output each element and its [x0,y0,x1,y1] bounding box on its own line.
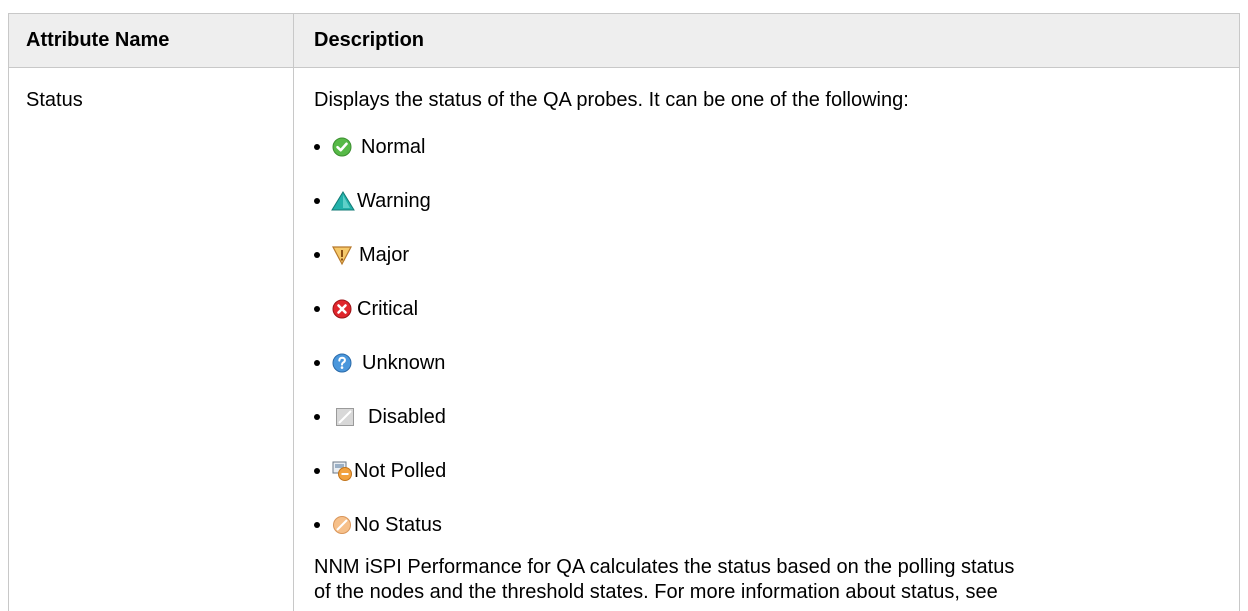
status-label: Normal [361,135,426,158]
status-label: Major [359,243,410,266]
status-label: Unknown [362,351,446,374]
header-description: Description [314,29,425,51]
bullet [314,360,320,366]
not-polled-status-icon [331,460,353,482]
list-item: Normal [314,133,425,161]
description-footer-line2: of the nodes and the threshold states. F… [314,581,998,603]
normal-status-icon [331,136,353,158]
table-header-row [8,13,1239,67]
list-item: Unknown [314,349,445,377]
bullet [314,198,320,204]
bullet [314,252,320,258]
column-divider [293,13,294,611]
bullet [314,522,320,528]
bullet [314,414,320,420]
attribute-table: Attribute Name Description Status Displa… [0,0,1248,611]
bullet [314,144,320,150]
list-item: Major [314,241,409,269]
attribute-name-cell: Status [26,89,83,111]
bullet [314,306,320,312]
list-item: Critical [314,295,418,323]
description-footer-line1: NNM iSPI Performance for QA calculates t… [314,556,1015,578]
disabled-status-icon [334,406,356,428]
list-item: Warning [314,187,431,215]
header-bottom-border [8,67,1239,68]
list-item: Not Polled [314,457,446,485]
bullet [314,468,320,474]
warning-status-icon [331,190,355,212]
status-label: Warning [357,189,431,212]
status-label: No Status [354,513,442,536]
critical-status-icon [331,298,353,320]
table-top-border [8,13,1239,14]
status-label: Disabled [368,405,446,428]
status-label: Not Polled [354,459,447,482]
unknown-status-icon [331,352,353,374]
list-item: Disabled [314,403,446,431]
status-label: Critical [357,297,419,320]
no-status-icon [331,514,353,536]
description-intro: Displays the status of the QA probes. It… [314,89,909,111]
header-attribute-name: Attribute Name [26,29,170,51]
table-right-border [1239,13,1240,611]
list-item: No Status [314,511,442,539]
table-left-border [8,13,9,611]
major-status-icon [331,244,353,266]
